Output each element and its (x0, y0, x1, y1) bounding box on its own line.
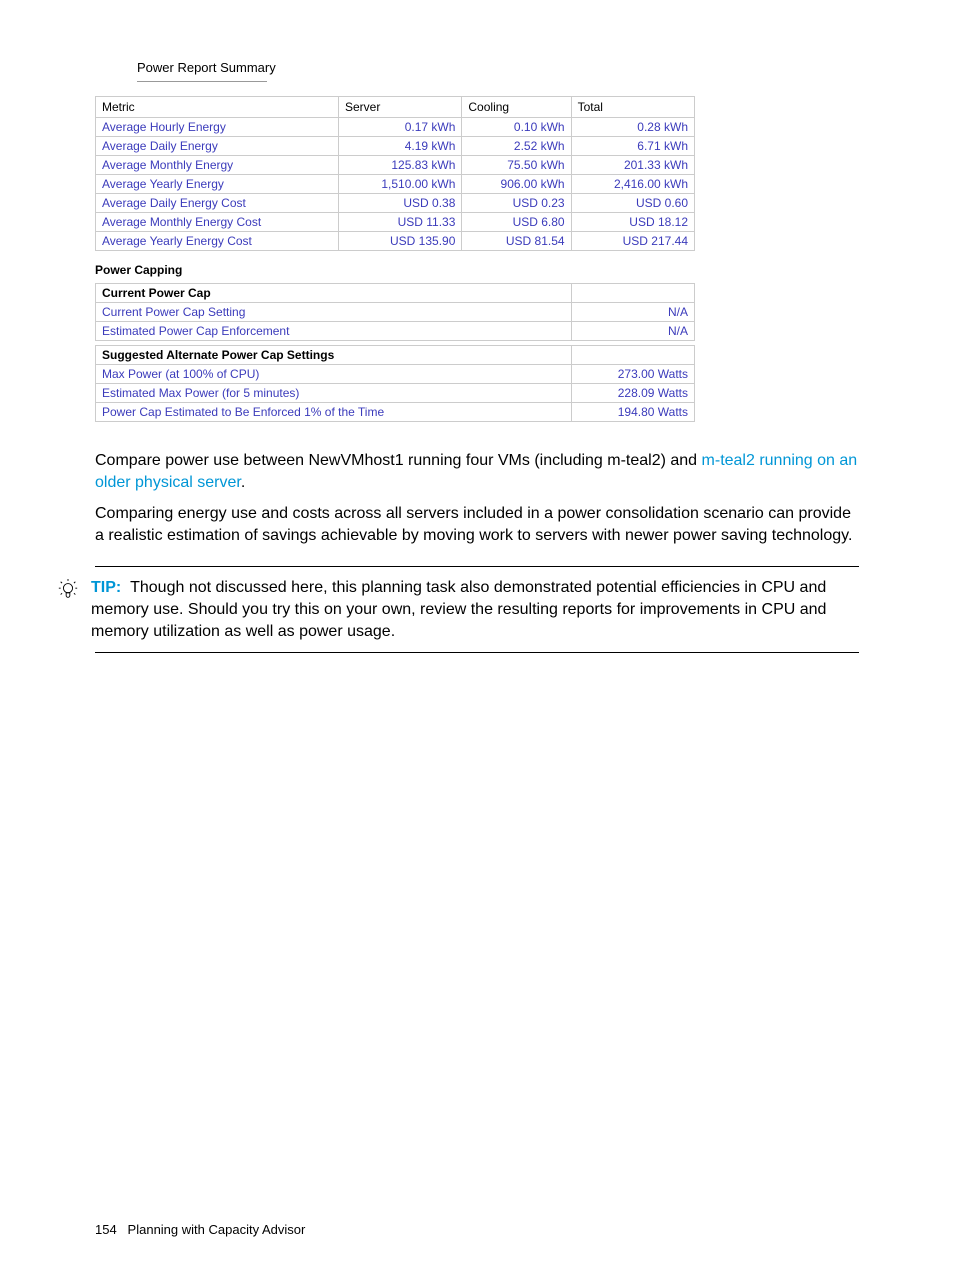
cell-metric: Average Daily Energy (96, 137, 339, 156)
cell-cooling: 75.50 kWh (462, 156, 571, 175)
table-row: Average Monthly Energy CostUSD 11.33USD … (96, 213, 695, 232)
cap-value: N/A (572, 322, 695, 341)
cell-total: 6.71 kWh (571, 137, 694, 156)
cell-cooling: 906.00 kWh (462, 175, 571, 194)
col-metric: Metric (96, 97, 339, 118)
section-title: Power Report Summary (137, 60, 859, 75)
col-server: Server (339, 97, 462, 118)
cell-metric: Average Daily Energy Cost (96, 194, 339, 213)
cap-label: Power Cap Estimated to Be Enforced 1% of… (96, 403, 572, 422)
para1-prefix: Compare power use between NewVMhost1 run… (95, 452, 702, 469)
cell-total: 201.33 kWh (571, 156, 694, 175)
table-row: Average Hourly Energy0.17 kWh0.10 kWh0.2… (96, 118, 695, 137)
cap-label: Estimated Power Cap Enforcement (96, 322, 572, 341)
current-cap-table: Current Power Cap Current Power Cap Sett… (95, 283, 695, 341)
cap-value: 228.09 Watts (572, 384, 695, 403)
cell-cooling: 2.52 kWh (462, 137, 571, 156)
cap-label: Estimated Max Power (for 5 minutes) (96, 384, 572, 403)
tip-label: TIP: (91, 579, 121, 596)
footer-text: Planning with Capacity Advisor (128, 1222, 306, 1237)
alt-cap-table: Suggested Alternate Power Cap Settings M… (95, 345, 695, 422)
empty-cell (572, 284, 695, 303)
col-cooling: Cooling (462, 97, 571, 118)
cell-metric: Average Monthly Energy Cost (96, 213, 339, 232)
cell-server: USD 0.38 (339, 194, 462, 213)
cell-server: 125.83 kWh (339, 156, 462, 175)
tip-block: TIP: Though not discussed here, this pla… (95, 566, 859, 653)
cell-cooling: 0.10 kWh (462, 118, 571, 137)
cell-metric: Average Monthly Energy (96, 156, 339, 175)
alt-cap-header: Suggested Alternate Power Cap Settings (96, 346, 572, 365)
cell-cooling: USD 81.54 (462, 232, 571, 251)
table-row: Average Daily Energy4.19 kWh2.52 kWh6.71… (96, 137, 695, 156)
cell-cooling: USD 6.80 (462, 213, 571, 232)
cell-server: USD 11.33 (339, 213, 462, 232)
energy-table: Metric Server Cooling Total Average Hour… (95, 96, 695, 251)
table-row: Estimated Power Cap EnforcementN/A (96, 322, 695, 341)
table-row: Power Cap Estimated to Be Enforced 1% of… (96, 403, 695, 422)
cell-total: 0.28 kWh (571, 118, 694, 137)
empty-cell (572, 346, 695, 365)
heading-underline (137, 81, 267, 82)
cell-metric: Average Yearly Energy Cost (96, 232, 339, 251)
tip-body: Though not discussed here, this planning… (91, 579, 826, 639)
para2: Comparing energy use and costs across al… (95, 503, 859, 546)
cell-total: USD 217.44 (571, 232, 694, 251)
lightbulb-icon (57, 579, 79, 601)
table-row: Average Yearly Energy CostUSD 135.90USD … (96, 232, 695, 251)
cell-total: USD 18.12 (571, 213, 694, 232)
cell-metric: Average Yearly Energy (96, 175, 339, 194)
table-row: Estimated Max Power (for 5 minutes)228.0… (96, 384, 695, 403)
cell-cooling: USD 0.23 (462, 194, 571, 213)
cap-value: N/A (572, 303, 695, 322)
cell-server: 0.17 kWh (339, 118, 462, 137)
cap-value: 194.80 Watts (572, 403, 695, 422)
current-cap-header: Current Power Cap (96, 284, 572, 303)
page-footer: 154 Planning with Capacity Advisor (95, 1222, 305, 1237)
page-number: 154 (95, 1222, 117, 1237)
table-row: Current Power Cap SettingN/A (96, 303, 695, 322)
cap-label: Max Power (at 100% of CPU) (96, 365, 572, 384)
cap-label: Current Power Cap Setting (96, 303, 572, 322)
cell-total: 2,416.00 kWh (571, 175, 694, 194)
table-row: Average Yearly Energy1,510.00 kWh906.00 … (96, 175, 695, 194)
table-row: Average Daily Energy CostUSD 0.38USD 0.2… (96, 194, 695, 213)
cell-server: 1,510.00 kWh (339, 175, 462, 194)
para1-suffix: . (241, 474, 245, 491)
cell-total: USD 0.60 (571, 194, 694, 213)
cell-metric: Average Hourly Energy (96, 118, 339, 137)
power-capping-heading: Power Capping (95, 263, 695, 277)
cell-server: 4.19 kWh (339, 137, 462, 156)
table-row: Max Power (at 100% of CPU)273.00 Watts (96, 365, 695, 384)
body-text: Compare power use between NewVMhost1 run… (95, 450, 859, 546)
cell-server: USD 135.90 (339, 232, 462, 251)
cap-value: 273.00 Watts (572, 365, 695, 384)
col-total: Total (571, 97, 694, 118)
table-row: Average Monthly Energy125.83 kWh75.50 kW… (96, 156, 695, 175)
